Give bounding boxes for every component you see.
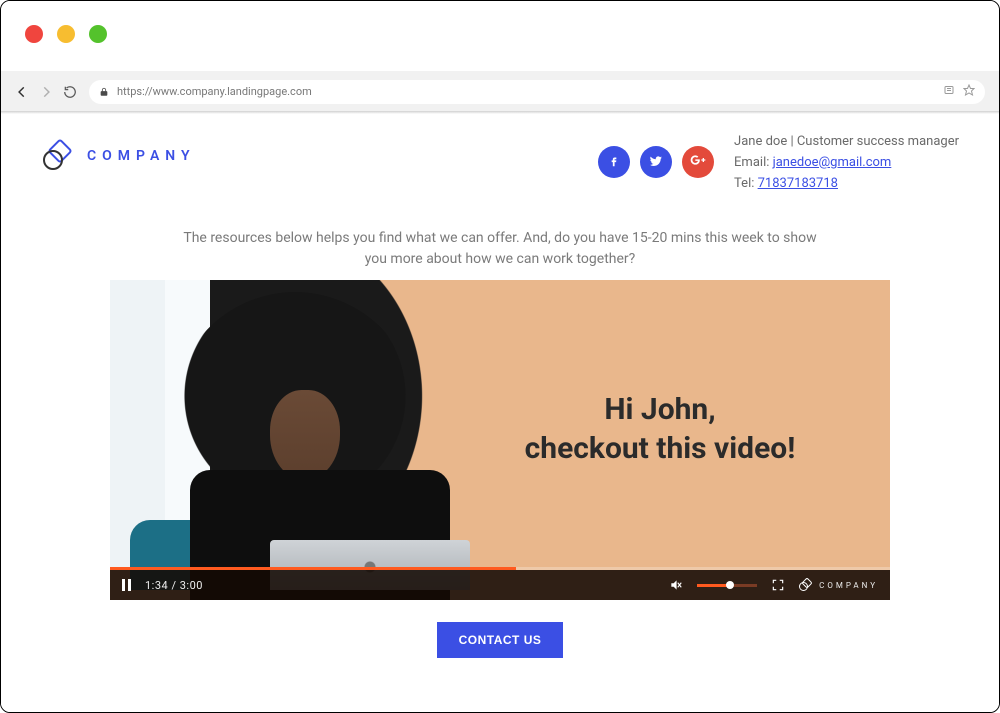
video-player[interactable]: Hi John, checkout this video! 1:34 / 3:0… [110, 280, 890, 600]
page-content: COMPANY [1, 114, 999, 712]
contact-tel-row: Tel: 71837183718 [734, 174, 959, 195]
header-right: Jane doe | Customer success manager Emai… [598, 132, 959, 194]
brand-logo-icon [41, 138, 77, 174]
overlay-line-1: Hi John, [604, 392, 715, 427]
maximize-window-button[interactable] [89, 25, 107, 43]
page-header: COMPANY [41, 132, 959, 194]
window-controls [25, 25, 107, 43]
twitter-icon [649, 153, 663, 172]
social-links [598, 132, 714, 178]
googleplus-link[interactable] [682, 146, 714, 178]
email-label: Email: [734, 155, 773, 170]
intro-text: The resources below helps you find what … [180, 228, 820, 270]
facebook-icon [607, 153, 621, 172]
contact-email-link[interactable]: janedoe@gmail.com [773, 155, 892, 170]
mute-button[interactable] [669, 578, 683, 592]
facebook-link[interactable] [598, 146, 630, 178]
reader-icon[interactable] [943, 84, 955, 99]
cta-row: CONTACT US [41, 622, 959, 658]
current-time: 1:34 [145, 579, 168, 592]
video-controls: 1:34 / 3:00 COMPANY [110, 570, 890, 600]
contact-name-role: Jane doe | Customer success manager [734, 132, 959, 153]
close-window-button[interactable] [25, 25, 43, 43]
fullscreen-button[interactable] [771, 578, 785, 592]
brand[interactable]: COMPANY [41, 132, 196, 174]
video-brand-text: COMPANY [819, 581, 878, 590]
url-text: https://www.company.landingpage.com [117, 85, 312, 98]
video-brand-logo-icon [799, 578, 813, 592]
volume-slider[interactable] [697, 584, 757, 587]
contact-us-button[interactable]: CONTACT US [437, 622, 564, 658]
browser-toolbar: https://www.company.landingpage.com [1, 71, 999, 111]
video-time: 1:34 / 3:00 [145, 579, 203, 592]
overlay-line-2: checkout this video! [470, 429, 850, 468]
reload-button[interactable] [63, 85, 77, 99]
duration: 3:00 [180, 579, 203, 592]
googleplus-icon [690, 152, 706, 172]
contact-tel-link[interactable]: 71837183718 [758, 176, 838, 191]
contact-block: Jane doe | Customer success manager Emai… [734, 132, 959, 194]
tel-label: Tel: [734, 176, 758, 191]
browser-chrome-top [1, 1, 999, 71]
contact-email-row: Email: janedoe@gmail.com [734, 153, 959, 174]
address-bar[interactable]: https://www.company.landingpage.com [89, 80, 985, 104]
back-button[interactable] [15, 85, 29, 99]
twitter-link[interactable] [640, 146, 672, 178]
bookmark-star-icon[interactable] [963, 84, 975, 99]
forward-button[interactable] [39, 85, 53, 99]
pause-button[interactable] [122, 579, 131, 591]
nav-buttons [15, 85, 77, 99]
browser-window: https://www.company.landingpage.com COMP… [0, 0, 1000, 713]
minimize-window-button[interactable] [57, 25, 75, 43]
video-overlay-text: Hi John, checkout this video! [470, 390, 850, 468]
brand-name: COMPANY [87, 148, 196, 164]
lock-icon [99, 87, 109, 97]
video-brand-badge: COMPANY [799, 578, 878, 592]
